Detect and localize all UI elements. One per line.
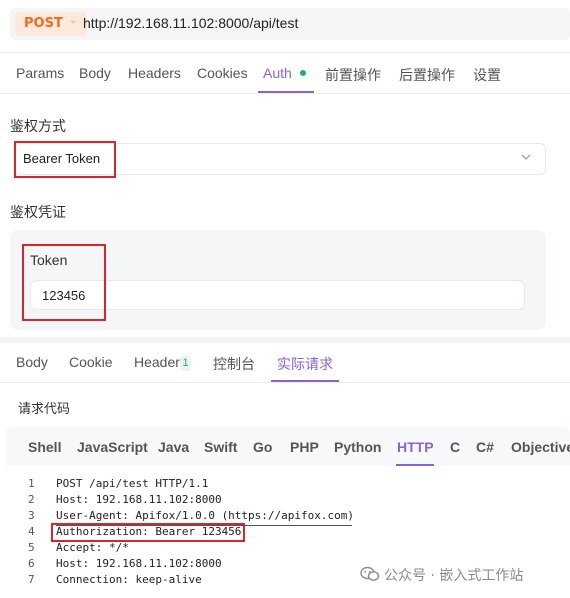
- tab-auth[interactable]: Auth: [263, 65, 292, 81]
- line-number: 2: [28, 493, 35, 506]
- lang-tab-swift[interactable]: Swift: [204, 439, 237, 455]
- chevron-down-icon: [521, 154, 531, 160]
- line-number: 3: [28, 509, 35, 522]
- lang-tab-python[interactable]: Python: [334, 439, 381, 455]
- divider: [0, 382, 570, 383]
- code-text: Host: 192.168.11.102:8000: [56, 557, 222, 570]
- line-number: 1: [28, 477, 35, 490]
- auth-method-title: 鉴权方式: [10, 119, 66, 135]
- tab-response-cookie[interactable]: Cookie: [69, 354, 113, 370]
- lang-tab-csharp[interactable]: C#: [476, 439, 494, 455]
- lang-tab-php[interactable]: PHP: [290, 439, 319, 455]
- lang-tab-objective[interactable]: Objective: [511, 439, 570, 455]
- method-select[interactable]: POST ⌄: [15, 12, 87, 36]
- line-number: 7: [28, 573, 35, 586]
- wechat-icon: [360, 566, 380, 581]
- lang-tab-java[interactable]: Java: [158, 439, 189, 455]
- tab-post-ops[interactable]: 后置操作: [399, 65, 455, 85]
- line-number: 6: [28, 557, 35, 570]
- section-separator: [0, 337, 570, 343]
- url-bar: POST ⌄ http://192.168.11.102:8000/api/te…: [10, 8, 570, 40]
- lang-tab-go[interactable]: Go: [253, 439, 272, 455]
- header-count-badge: 1: [180, 356, 191, 371]
- divider: [0, 93, 570, 94]
- tab-response-body[interactable]: Body: [16, 354, 48, 370]
- lang-tab-c[interactable]: C: [450, 439, 460, 455]
- url-input[interactable]: http://192.168.11.102:8000/api/test: [83, 15, 298, 31]
- tab-body[interactable]: Body: [79, 65, 111, 81]
- code-text: POST /api/test HTTP/1.1: [56, 477, 209, 490]
- lang-tab-javascript[interactable]: JavaScript: [77, 439, 148, 455]
- tab-headers[interactable]: Headers: [128, 65, 181, 81]
- auth-credential-title: 鉴权凭证: [10, 205, 66, 221]
- watermark-text: 公众号 · 嵌入式工作站: [384, 568, 524, 584]
- code-text: User-Agent: Apifox/1.0.0 (https://apifox…: [56, 509, 355, 522]
- line-number: 4: [28, 525, 35, 538]
- code-text: Host: 192.168.11.102:8000: [56, 493, 222, 506]
- method-label: POST: [24, 16, 63, 31]
- tab-actual-request[interactable]: 实际请求: [277, 354, 333, 374]
- tab-response-header[interactable]: Header: [134, 354, 180, 370]
- tab-console[interactable]: 控制台: [213, 354, 255, 374]
- divider: [0, 52, 570, 53]
- request-code-title: 请求代码: [18, 402, 71, 417]
- tab-pre-ops[interactable]: 前置操作: [325, 65, 381, 85]
- highlight-box: [51, 523, 245, 542]
- highlight-box: [14, 141, 116, 178]
- code-text: Connection: keep-alive: [56, 573, 202, 586]
- auth-status-dot: [300, 70, 306, 76]
- line-number: 5: [28, 541, 35, 554]
- code-text: Accept: */*: [56, 541, 129, 554]
- tab-settings[interactable]: 设置: [473, 65, 501, 85]
- chevron-down-icon: ⌄: [69, 15, 78, 26]
- tab-params[interactable]: Params: [16, 65, 64, 81]
- highlight-box: [22, 244, 106, 321]
- lang-tab-http[interactable]: HTTP: [397, 439, 434, 455]
- lang-tab-shell[interactable]: Shell: [28, 439, 61, 455]
- tab-cookies[interactable]: Cookies: [197, 65, 248, 81]
